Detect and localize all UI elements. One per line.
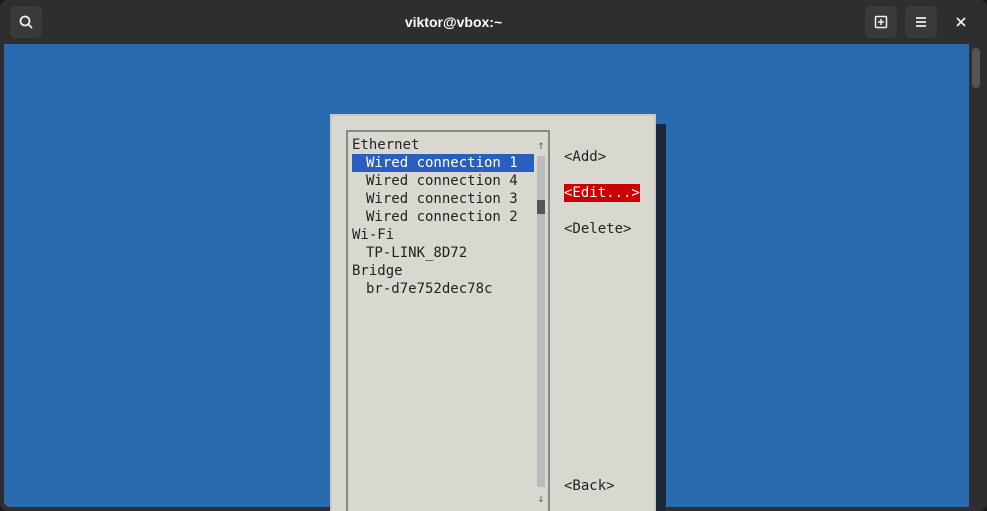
search-button[interactable]	[10, 6, 42, 38]
connection-item[interactable]: Wired connection 2	[352, 208, 534, 226]
scrollbar-thumb[interactable]	[537, 200, 545, 214]
connection-item[interactable]: Wired connection 3	[352, 190, 534, 208]
connection-item[interactable]: Wired connection 4	[352, 172, 534, 190]
connection-group-label: Wi-Fi	[352, 226, 534, 244]
connection-list[interactable]: EthernetWired connection 1Wired connecti…	[352, 136, 534, 507]
terminal-viewport[interactable]: EthernetWired connection 1Wired connecti…	[4, 44, 983, 507]
connection-item[interactable]: TP-LINK_8D72	[352, 244, 534, 262]
connection-item[interactable]: br-d7e752dec78c	[352, 280, 534, 298]
window-title: viktor@vbox:~	[42, 14, 865, 30]
hamburger-icon	[913, 14, 929, 30]
new-tab-icon	[873, 14, 889, 30]
close-button[interactable]	[945, 6, 977, 38]
delete-button[interactable]: <Delete>	[564, 220, 631, 238]
terminal-window: viktor@vbox:~	[0, 0, 987, 511]
scroll-up-icon[interactable]: ↑	[537, 136, 544, 154]
title-bar: viktor@vbox:~	[0, 0, 987, 44]
edit-button[interactable]: <Edit...>	[564, 184, 640, 202]
close-icon	[954, 15, 968, 29]
connection-item[interactable]: Wired connection 1	[352, 154, 534, 172]
connection-group-label: Ethernet	[352, 136, 534, 154]
back-button[interactable]: <Back>	[564, 477, 615, 495]
scroll-down-icon[interactable]: ↓	[537, 489, 544, 507]
list-scrollbar[interactable]: ↑ ↓	[534, 136, 548, 507]
search-icon	[18, 14, 34, 30]
add-button[interactable]: <Add>	[564, 148, 606, 166]
menu-button[interactable]	[905, 6, 937, 38]
scrollbar-track[interactable]	[537, 156, 545, 487]
connection-group-label: Bridge	[352, 262, 534, 280]
new-tab-button[interactable]	[865, 6, 897, 38]
action-buttons: <Add> <Edit...> <Delete> <Back>	[564, 130, 640, 511]
nmtui-dialog: EthernetWired connection 1Wired connecti…	[330, 114, 656, 511]
connection-list-panel: EthernetWired connection 1Wired connecti…	[346, 130, 550, 511]
